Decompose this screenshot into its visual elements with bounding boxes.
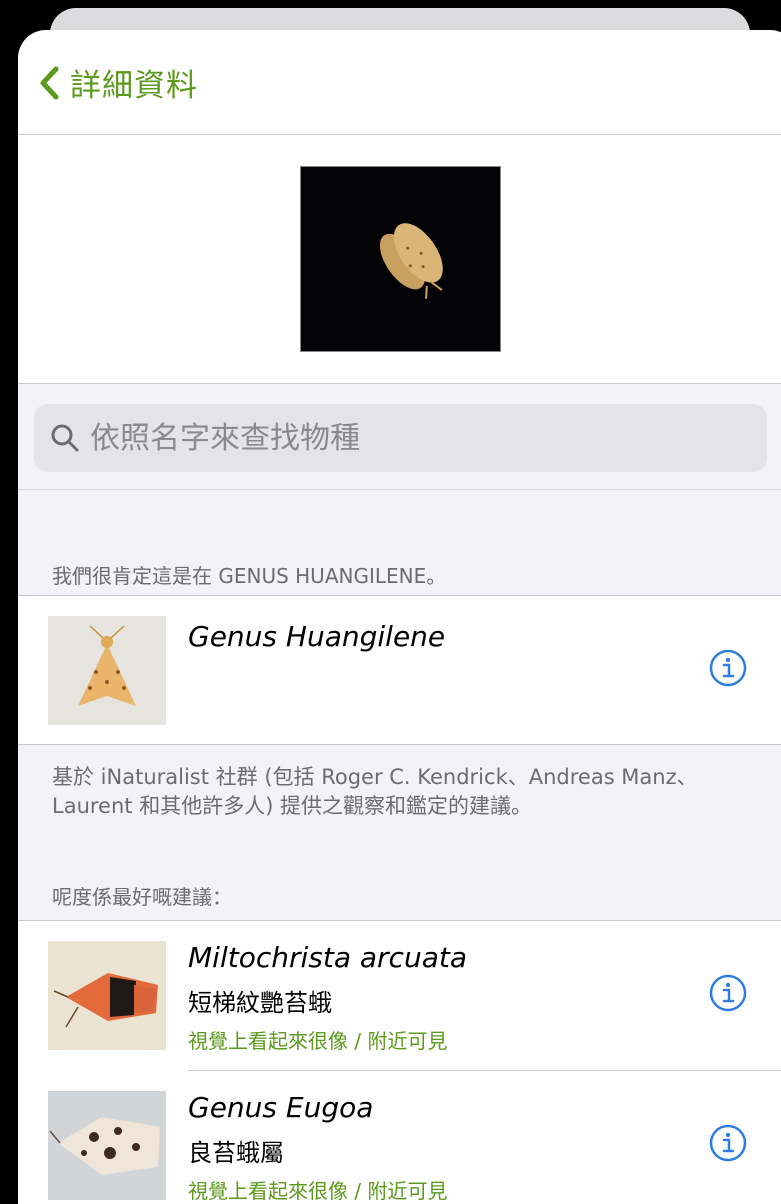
info-icon[interactable] (708, 648, 748, 688)
navigation-bar: 詳細資料 (18, 30, 781, 134)
taxon-name: Genus Huangilene (188, 620, 446, 653)
back-button[interactable]: 詳細資料 (36, 60, 198, 105)
moth-thumbnail-icon (48, 616, 166, 725)
suggestion-row[interactable]: Miltochrista arcuata 短梯紋艷苔蛾 視覺上看起來很像 / 附… (18, 921, 781, 1070)
moth-thumbnail-icon (48, 941, 166, 1050)
taxon-thumbnail (48, 941, 166, 1050)
moth-thumbnail-icon (48, 1091, 166, 1200)
identification-sheet: 詳細資料 依照名字來查找物種 我們很肯定這是在 GENUS HUANGILENE… (18, 30, 781, 1204)
top-suggestion-header: 我們很肯定這是在 GENUS HUANGILENE。 (52, 564, 447, 588)
attribution-section: 基於 iNaturalist 社群 (包括 Roger C. Kendrick、… (18, 745, 781, 920)
taxon-name: Genus Eugoa (188, 1091, 374, 1124)
observation-photo-area (18, 134, 781, 384)
top-suggestion-header-bg: 我們很肯定這是在 GENUS HUANGILENE。 (18, 490, 781, 596)
best-suggestions-header: 呢度係最好嘅建議： (52, 885, 232, 909)
search-icon (51, 424, 79, 452)
taxon-thumbnail (48, 616, 166, 725)
info-icon[interactable] (708, 1123, 748, 1163)
back-button-label: 詳細資料 (70, 68, 198, 104)
info-icon[interactable] (708, 973, 748, 1013)
moth-photo-icon (379, 223, 443, 299)
search-bar[interactable] (34, 404, 767, 472)
search-input[interactable] (90, 420, 730, 456)
suggestion-row[interactable]: Genus Eugoa 良苔蛾屬 視覺上看起來很像 / 附近可見 (18, 1071, 781, 1204)
taxon-common-name: 短梯紋艷苔蛾 (188, 989, 332, 1017)
taxon-name: Miltochrista arcuata (188, 941, 467, 974)
attribution-text: 基於 iNaturalist 社群 (包括 Roger C. Kendrick、… (52, 765, 698, 818)
chevron-left-icon (40, 66, 59, 99)
observation-photo[interactable] (300, 166, 501, 352)
suggestion-reason: 視覺上看起來很像 / 附近可見 (188, 1029, 448, 1053)
suggestion-reason: 視覺上看起來很像 / 附近可見 (188, 1179, 448, 1203)
top-suggestion-row[interactable]: Genus Huangilene (18, 596, 781, 744)
search-section (18, 384, 781, 490)
taxon-thumbnail (48, 1091, 166, 1200)
taxon-common-name: 良苔蛾屬 (188, 1139, 284, 1167)
